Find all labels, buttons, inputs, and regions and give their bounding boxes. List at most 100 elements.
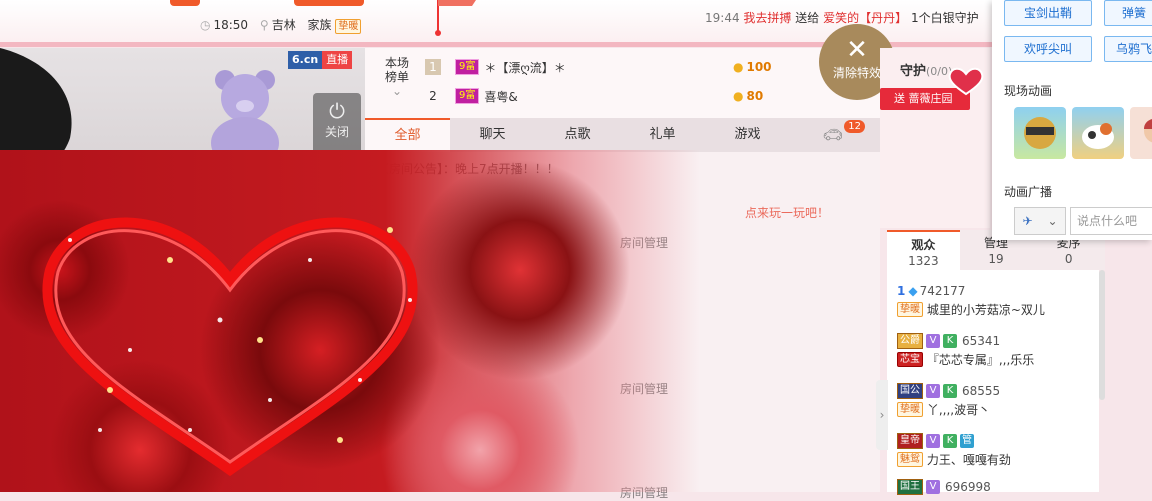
collapse-handle[interactable]: › — [876, 380, 888, 450]
cow-icon — [1082, 123, 1114, 149]
broadcast-target-prefix: 爱笑的 — [823, 11, 860, 25]
tab-chat[interactable]: 聊天 — [450, 118, 535, 152]
tab-audience[interactable]: 观众 1323 — [887, 230, 960, 270]
tab-cars[interactable]: 🚗︎ 12 — [790, 118, 875, 152]
crow-button[interactable]: 乌鸦飞 — [1104, 36, 1152, 62]
girl-icon — [1144, 119, 1152, 143]
rank-coins: ● 80 — [733, 89, 763, 103]
stream-time: 18:50 — [213, 18, 249, 32]
tab-songs[interactable]: 点歌 — [535, 118, 620, 152]
guard-title-text: 守护 — [900, 64, 927, 79]
car-icon: 🚗︎ — [822, 125, 843, 144]
user-id: 742177 — [919, 284, 966, 298]
rank-number: 2 — [429, 89, 437, 103]
anchor-location: 吉林 — [271, 18, 296, 32]
user-level: 国王 — [897, 479, 923, 495]
chat-message: 房间管理 — [620, 236, 669, 250]
rank-panel: 本场 榜单 ⌄ 1 9富 ＊【漂ღ流】＊ ● 100 2 9富 喜粤& ● 80 — [365, 48, 880, 118]
broadcast-input[interactable]: 说点什么吧 — [1070, 207, 1152, 235]
poster-label: 海报 — [324, 185, 349, 199]
broadcast-user[interactable]: 我去拼搏 — [743, 11, 791, 25]
spring-button[interactable]: 弹簧 — [1104, 0, 1152, 26]
car-count-badge: 12 — [844, 120, 865, 133]
close-video-button[interactable]: ⏻ 关闭 — [313, 93, 361, 153]
rank-number: 1 — [425, 59, 441, 75]
user-name[interactable]: 丫,,,,波哥丶 — [927, 401, 990, 418]
vip-icon: V — [926, 384, 940, 398]
raccoon-icon — [1024, 117, 1056, 149]
heart-effect-shape — [42, 217, 418, 477]
rank-header-line1: 本场 — [384, 56, 409, 70]
user-level: 国公 — [897, 383, 923, 399]
coin-icon: ● — [733, 89, 744, 103]
family-label: 家族 — [307, 18, 332, 32]
guard-title[interactable]: 守护(0/0) — [900, 60, 952, 79]
top-bar — [0, 0, 1152, 46]
audience-tab-label: 观众 — [911, 238, 936, 252]
audience-count: 1323 — [908, 254, 939, 268]
chevron-right-icon: › — [879, 408, 885, 422]
audience-scrollbar[interactable] — [1099, 270, 1105, 400]
chat-tabs: 全部 聊天 点歌 礼单 游戏 🚗︎ 12 — [365, 118, 880, 152]
animation-item[interactable] — [1014, 107, 1066, 159]
flag-icon — [435, 0, 476, 36]
tab-gifts[interactable]: 礼单 — [620, 118, 705, 152]
rank-header[interactable]: 本场 榜单 ⌄ — [377, 56, 417, 98]
chevron-down-icon: ⌄ — [391, 84, 403, 98]
video-side-panel: ⏻ 关闭 ▧ 海报 — [313, 93, 361, 213]
top-button-b[interactable] — [294, 0, 364, 6]
tab-games[interactable]: 游戏 — [705, 118, 790, 152]
site-badge: 6.cn 直播 — [288, 51, 353, 69]
sword-button[interactable]: 宝剑出鞘 — [1004, 0, 1092, 26]
user-name[interactable]: 城里的小芳菇凉~双儿 — [927, 301, 1045, 318]
user-id: 68555 — [962, 384, 1001, 398]
user-level: 1 — [897, 284, 906, 298]
location-icon: ⚲ — [259, 18, 269, 32]
user-level: 公爵 — [897, 333, 923, 349]
family-tag: 挚暖 — [897, 401, 923, 417]
family-tag: 魅鸳 — [897, 451, 923, 467]
family-tag: 挚暖 — [897, 301, 923, 317]
rich-level-tag: 9富 — [455, 88, 480, 104]
tab-all[interactable]: 全部 — [365, 118, 450, 152]
anchor-info: ◷ 18:50 ⚲ 吉林 家族 挚暖 — [200, 16, 362, 34]
rank-header-line2: 榜单 — [384, 70, 409, 84]
rank-row[interactable]: 1 9富 ＊【漂ღ流】＊ ● 100 — [425, 57, 772, 77]
teddy-bear-image — [211, 70, 279, 168]
rank-user-name[interactable]: 喜粤& — [484, 88, 517, 105]
top-button-a[interactable] — [170, 0, 200, 6]
chat-message: 点来玩一玩吧！ — [745, 206, 830, 220]
rank-coin-value: 80 — [746, 89, 764, 103]
rank-row[interactable]: 2 9富 喜粤& ● 80 — [425, 86, 763, 106]
cheer-button[interactable]: 欢呼尖叫 — [1004, 36, 1092, 62]
clock-icon: ◷ — [200, 18, 211, 32]
animation-item[interactable] — [1130, 107, 1152, 159]
family-tag[interactable]: 挚暖 — [335, 19, 362, 34]
animation-broadcast-title: 动画广播 — [1004, 185, 1053, 199]
animation-item[interactable] — [1072, 107, 1124, 159]
list-item[interactable]: 国公 V K 68555 挚暖 丫,,,,波哥丶 — [897, 382, 1097, 418]
user-name[interactable]: 力王、嘎嘎有劲 — [927, 451, 1011, 468]
broadcast-action: 送给 — [795, 11, 820, 25]
user-name[interactable]: 『芯芯专属』,,,乐乐 — [927, 351, 1034, 368]
plane-icon: ✈ — [1022, 214, 1033, 228]
chat-message: 房间管理 — [620, 486, 669, 500]
heart-icon — [948, 67, 984, 96]
user-level: 皇帝 — [897, 433, 923, 449]
live-animation-title: 现场动画 — [1004, 84, 1053, 98]
broadcast-target[interactable]: 【丹丹】 — [859, 11, 907, 25]
vip-icon: V — [926, 334, 940, 348]
k-icon: K — [943, 334, 957, 348]
list-item[interactable]: 皇帝 V K 管 魅鸳 力王、嘎嘎有劲 — [897, 432, 1097, 468]
animation-popup: 宝剑出鞘 弹簧 欢呼尖叫 乌鸦飞 现场动画 动画广播 ✈ ⌄ 说点什么吧 — [992, 0, 1152, 240]
rank-coins: ● 100 — [733, 60, 772, 74]
diamond-icon: ◆ — [908, 284, 918, 298]
broadcast-type-select[interactable]: ✈ ⌄ — [1014, 207, 1066, 235]
list-item[interactable]: 国王 V 696998 — [897, 478, 1097, 496]
list-item[interactable]: 1 ◆ 742177 挚暖 城里的小芳菇凉~双儿 — [897, 282, 1097, 318]
guard-panel: 守护(0/0) 送 蔷薇庄园 — [880, 48, 990, 228]
chevron-down-icon: ⌄ — [1047, 214, 1058, 228]
list-item[interactable]: 公爵 V K 65341 芯宝 『芯芯专属』,,,乐乐 — [897, 332, 1097, 368]
site-logo: 6.cn — [288, 51, 323, 69]
rank-user-name[interactable]: ＊【漂ღ流】＊ — [484, 59, 565, 76]
